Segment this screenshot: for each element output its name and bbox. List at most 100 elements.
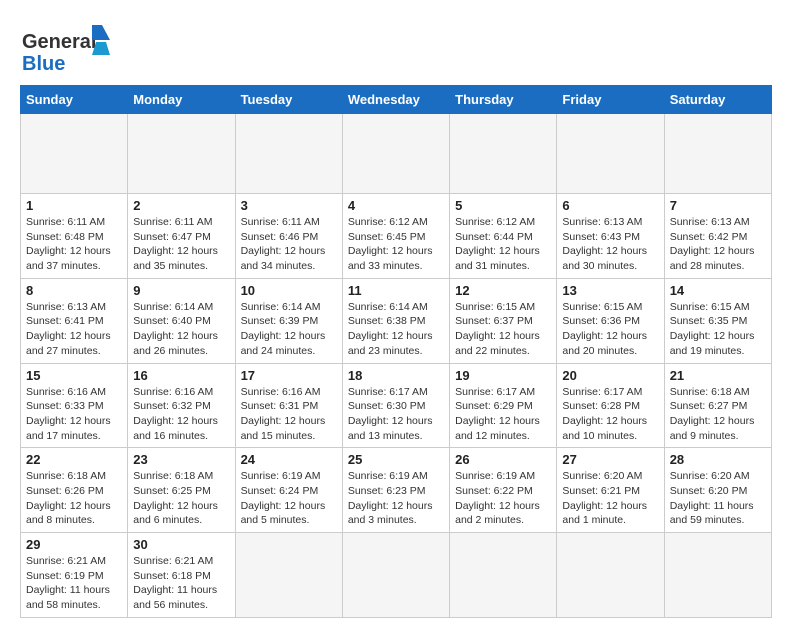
day-number: 9 [133,283,229,298]
calendar-cell [557,533,664,618]
calendar-cell: 28 Sunrise: 6:20 AMSunset: 6:20 PMDayligh… [664,448,771,533]
day-number: 30 [133,537,229,552]
day-detail: Sunrise: 6:16 AMSunset: 6:31 PMDaylight:… [241,385,337,444]
day-detail: Sunrise: 6:21 AMSunset: 6:18 PMDaylight:… [133,554,229,613]
day-detail: Sunrise: 6:18 AMSunset: 6:25 PMDaylight:… [133,469,229,528]
calendar-cell [664,114,771,194]
calendar-cell [342,533,449,618]
weekday-header-friday: Friday [557,86,664,114]
calendar-cell: 1Sunrise: 6:11 AMSunset: 6:48 PMDaylight… [21,194,128,279]
day-detail: Sunrise: 6:14 AMSunset: 6:40 PMDaylight:… [133,300,229,359]
day-detail: Sunrise: 6:19 AMSunset: 6:24 PMDaylight:… [241,469,337,528]
day-number: 24 [241,452,337,467]
weekday-header-thursday: Thursday [450,86,557,114]
svg-text:General: General [22,31,96,53]
calendar-cell: 10 Sunrise: 6:14 AMSunset: 6:39 PMDayligh… [235,278,342,363]
day-detail: Sunrise: 6:12 AMSunset: 6:45 PMDaylight:… [348,215,444,274]
day-number: 26 [455,452,551,467]
day-number: 11 [348,283,444,298]
day-detail: Sunrise: 6:16 AMSunset: 6:32 PMDaylight:… [133,385,229,444]
calendar-cell: 21 Sunrise: 6:18 AMSunset: 6:27 PMDayligh… [664,363,771,448]
header: General Blue [20,20,772,75]
calendar-cell: 2 Sunrise: 6:11 AMSunset: 6:47 PMDaylight… [128,194,235,279]
calendar-cell: 12 Sunrise: 6:15 AMSunset: 6:37 PMDayligh… [450,278,557,363]
day-number: 5 [455,198,551,213]
day-detail: Sunrise: 6:20 AMSunset: 6:20 PMDaylight:… [670,469,766,528]
day-detail: Sunrise: 6:15 AMSunset: 6:36 PMDaylight:… [562,300,658,359]
calendar-cell [235,114,342,194]
calendar-cell [235,533,342,618]
day-number: 7 [670,198,766,213]
day-detail: Sunrise: 6:16 AMSunset: 6:33 PMDaylight:… [26,385,122,444]
day-detail: Sunrise: 6:14 AMSunset: 6:39 PMDaylight:… [241,300,337,359]
day-detail: Sunrise: 6:15 AMSunset: 6:37 PMDaylight:… [455,300,551,359]
day-detail: Sunrise: 6:17 AMSunset: 6:29 PMDaylight:… [455,385,551,444]
calendar-cell [128,114,235,194]
day-number: 14 [670,283,766,298]
calendar-cell: 18 Sunrise: 6:17 AMSunset: 6:30 PMDayligh… [342,363,449,448]
day-detail: Sunrise: 6:17 AMSunset: 6:28 PMDaylight:… [562,385,658,444]
calendar-cell: 8 Sunrise: 6:13 AMSunset: 6:41 PMDaylight… [21,278,128,363]
day-detail: Sunrise: 6:19 AMSunset: 6:22 PMDaylight:… [455,469,551,528]
weekday-header-monday: Monday [128,86,235,114]
day-number: 29 [26,537,122,552]
calendar-cell: 20Sunrise: 6:17 AMSunset: 6:28 PMDayligh… [557,363,664,448]
day-detail: Sunrise: 6:14 AMSunset: 6:38 PMDaylight:… [348,300,444,359]
calendar-cell: 26 Sunrise: 6:19 AMSunset: 6:22 PMDayligh… [450,448,557,533]
calendar-cell: 9 Sunrise: 6:14 AMSunset: 6:40 PMDaylight… [128,278,235,363]
calendar-cell: 3 Sunrise: 6:11 AMSunset: 6:46 PMDaylight… [235,194,342,279]
calendar-cell: 30 Sunrise: 6:21 AMSunset: 6:18 PMDayligh… [128,533,235,618]
day-number: 27 [562,452,658,467]
day-detail: Sunrise: 6:17 AMSunset: 6:30 PMDaylight:… [348,385,444,444]
day-number: 10 [241,283,337,298]
calendar-cell: 5 Sunrise: 6:12 AMSunset: 6:44 PMDaylight… [450,194,557,279]
day-number: 8 [26,283,122,298]
calendar-cell: 24 Sunrise: 6:19 AMSunset: 6:24 PMDayligh… [235,448,342,533]
day-detail: Sunrise: 6:15 AMSunset: 6:35 PMDaylight:… [670,300,766,359]
calendar-cell: 14 Sunrise: 6:15 AMSunset: 6:35 PMDayligh… [664,278,771,363]
calendar-cell [450,533,557,618]
calendar-cell: 4 Sunrise: 6:12 AMSunset: 6:45 PMDaylight… [342,194,449,279]
calendar-cell: 19 Sunrise: 6:17 AMSunset: 6:29 PMDayligh… [450,363,557,448]
day-number: 18 [348,368,444,383]
calendar-cell: 17 Sunrise: 6:16 AMSunset: 6:31 PMDayligh… [235,363,342,448]
day-number: 4 [348,198,444,213]
calendar-cell [664,533,771,618]
day-number: 17 [241,368,337,383]
day-number: 6 [562,198,658,213]
day-detail: Sunrise: 6:11 AMSunset: 6:47 PMDaylight:… [133,215,229,274]
calendar-cell [557,114,664,194]
day-number: 2 [133,198,229,213]
day-detail: Sunrise: 6:18 AMSunset: 6:27 PMDaylight:… [670,385,766,444]
day-number: 22 [26,452,122,467]
calendar-cell: 7 Sunrise: 6:13 AMSunset: 6:42 PMDaylight… [664,194,771,279]
calendar-cell: 16 Sunrise: 6:16 AMSunset: 6:32 PMDayligh… [128,363,235,448]
svg-text:Blue: Blue [22,53,65,75]
day-number: 1 [26,198,122,213]
day-detail: Sunrise: 6:13 AMSunset: 6:41 PMDaylight:… [26,300,122,359]
calendar-cell: 6Sunrise: 6:13 AMSunset: 6:43 PMDaylight… [557,194,664,279]
calendar-cell: 15 Sunrise: 6:16 AMSunset: 6:33 PMDayligh… [21,363,128,448]
calendar-cell [21,114,128,194]
day-detail: Sunrise: 6:11 AMSunset: 6:46 PMDaylight:… [241,215,337,274]
day-number: 15 [26,368,122,383]
day-number: 25 [348,452,444,467]
day-number: 16 [133,368,229,383]
day-number: 3 [241,198,337,213]
day-detail: Sunrise: 6:18 AMSunset: 6:26 PMDaylight:… [26,469,122,528]
calendar-cell: 22 Sunrise: 6:18 AMSunset: 6:26 PMDayligh… [21,448,128,533]
calendar-cell [450,114,557,194]
day-number: 21 [670,368,766,383]
day-detail: Sunrise: 6:19 AMSunset: 6:23 PMDaylight:… [348,469,444,528]
calendar-cell: 23Sunrise: 6:18 AMSunset: 6:25 PMDayligh… [128,448,235,533]
day-detail: Sunrise: 6:13 AMSunset: 6:42 PMDaylight:… [670,215,766,274]
day-number: 28 [670,452,766,467]
calendar-table: SundayMondayTuesdayWednesdayThursdayFrid… [20,85,772,618]
calendar-cell: 11 Sunrise: 6:14 AMSunset: 6:38 PMDayligh… [342,278,449,363]
day-detail: Sunrise: 6:21 AMSunset: 6:19 PMDaylight:… [26,554,122,613]
day-detail: Sunrise: 6:12 AMSunset: 6:44 PMDaylight:… [455,215,551,274]
day-number: 12 [455,283,551,298]
weekday-header-tuesday: Tuesday [235,86,342,114]
day-number: 19 [455,368,551,383]
weekday-header-sunday: Sunday [21,86,128,114]
